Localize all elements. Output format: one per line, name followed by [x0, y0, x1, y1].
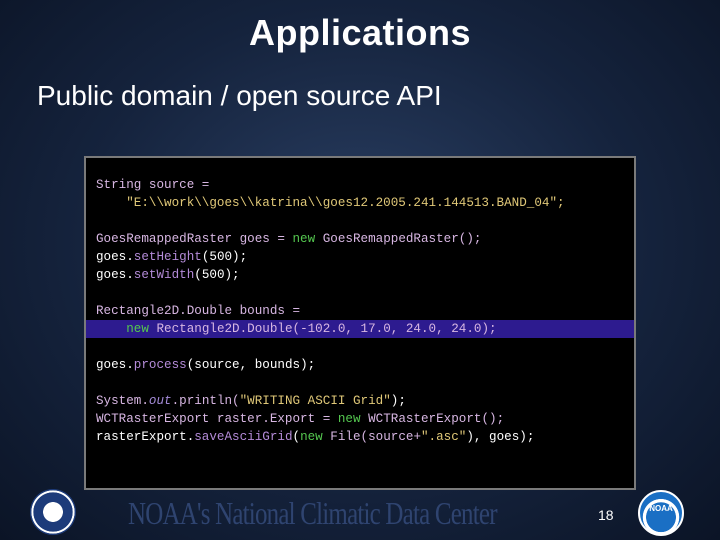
noaa-logo-text: NOAA	[649, 504, 673, 513]
code-line-13: System.out.println("WRITING ASCII Grid")…	[86, 392, 634, 410]
code-token: goes.	[96, 250, 134, 264]
code-line-9-highlighted: new Rectangle2D.Double(-102.0, 17.0, 24.…	[86, 320, 634, 338]
code-line-5: goes.setHeight(500);	[86, 248, 634, 266]
code-keyword: new	[292, 232, 316, 246]
code-string: ".asc"	[421, 430, 467, 444]
code-token: Rectangle2D.Double(-102.0, 17.0, 24.0, 2…	[148, 322, 497, 336]
code-method: process	[133, 358, 187, 372]
code-token: String source =	[96, 178, 210, 192]
code-keyword: new	[126, 322, 149, 336]
code-token: WCTRasterExport raster.Export =	[96, 412, 338, 426]
slide-subtitle: Public domain / open source API	[37, 80, 442, 111]
code-token: (500);	[194, 268, 240, 282]
code-line-1: String source =	[86, 176, 634, 194]
code-method: saveAsciiGrid	[194, 430, 293, 444]
code-token: GoesRemappedRaster();	[315, 232, 482, 246]
code-token: goes.	[96, 358, 134, 372]
code-panel: String source = "E:\\work\\goes\\katrina…	[84, 156, 636, 490]
code-string: "WRITING ASCII Grid"	[239, 394, 391, 408]
code-token: Rectangle2D.Double bounds =	[96, 304, 301, 318]
code-token: rasterExport.	[96, 430, 195, 444]
code-token: GoesRemappedRaster goes =	[96, 232, 293, 246]
code-token: System.	[96, 394, 149, 408]
ncdc-brand-text: NOAA's National Climatic Data Center	[128, 495, 498, 531]
code-token: (	[292, 430, 301, 444]
code-token: goes.	[96, 268, 134, 282]
slide-title: Applications	[248, 12, 472, 53]
code-token: (source, bounds);	[186, 358, 316, 372]
code-line-15: rasterExport.saveAsciiGrid(new File(sour…	[86, 428, 634, 446]
code-token: ), goes);	[466, 430, 535, 444]
code-method: setWidth	[133, 268, 195, 282]
code-token: File(source+	[322, 430, 421, 444]
code-line-11: goes.process(source, bounds);	[86, 356, 634, 374]
code-line-14: WCTRasterExport raster.Export = new WCTR…	[86, 410, 634, 428]
code-token: (500);	[201, 250, 248, 264]
code-line-2: "E:\\work\\goes\\katrina\\goes12.2005.24…	[86, 194, 634, 212]
code-keyword: new	[300, 430, 323, 444]
code-line-8: Rectangle2D.Double bounds =	[86, 302, 634, 320]
code-field: out	[148, 394, 172, 408]
noaa-logo-icon: NOAA	[638, 490, 684, 536]
page-number: 18	[598, 507, 614, 523]
code-token: .println(	[171, 394, 240, 408]
code-line-6: goes.setWidth(500);	[86, 266, 634, 284]
code-line-4: GoesRemappedRaster goes = new GoesRemapp…	[86, 230, 634, 248]
code-token: WCTRasterExport();	[360, 412, 505, 426]
code-token: );	[390, 394, 406, 408]
commerce-seal-icon	[30, 489, 76, 535]
code-method: setHeight	[133, 250, 202, 264]
code-token: "E:\\work\\goes\\katrina\\goes12.2005.24…	[96, 196, 565, 210]
code-keyword: new	[337, 412, 361, 426]
